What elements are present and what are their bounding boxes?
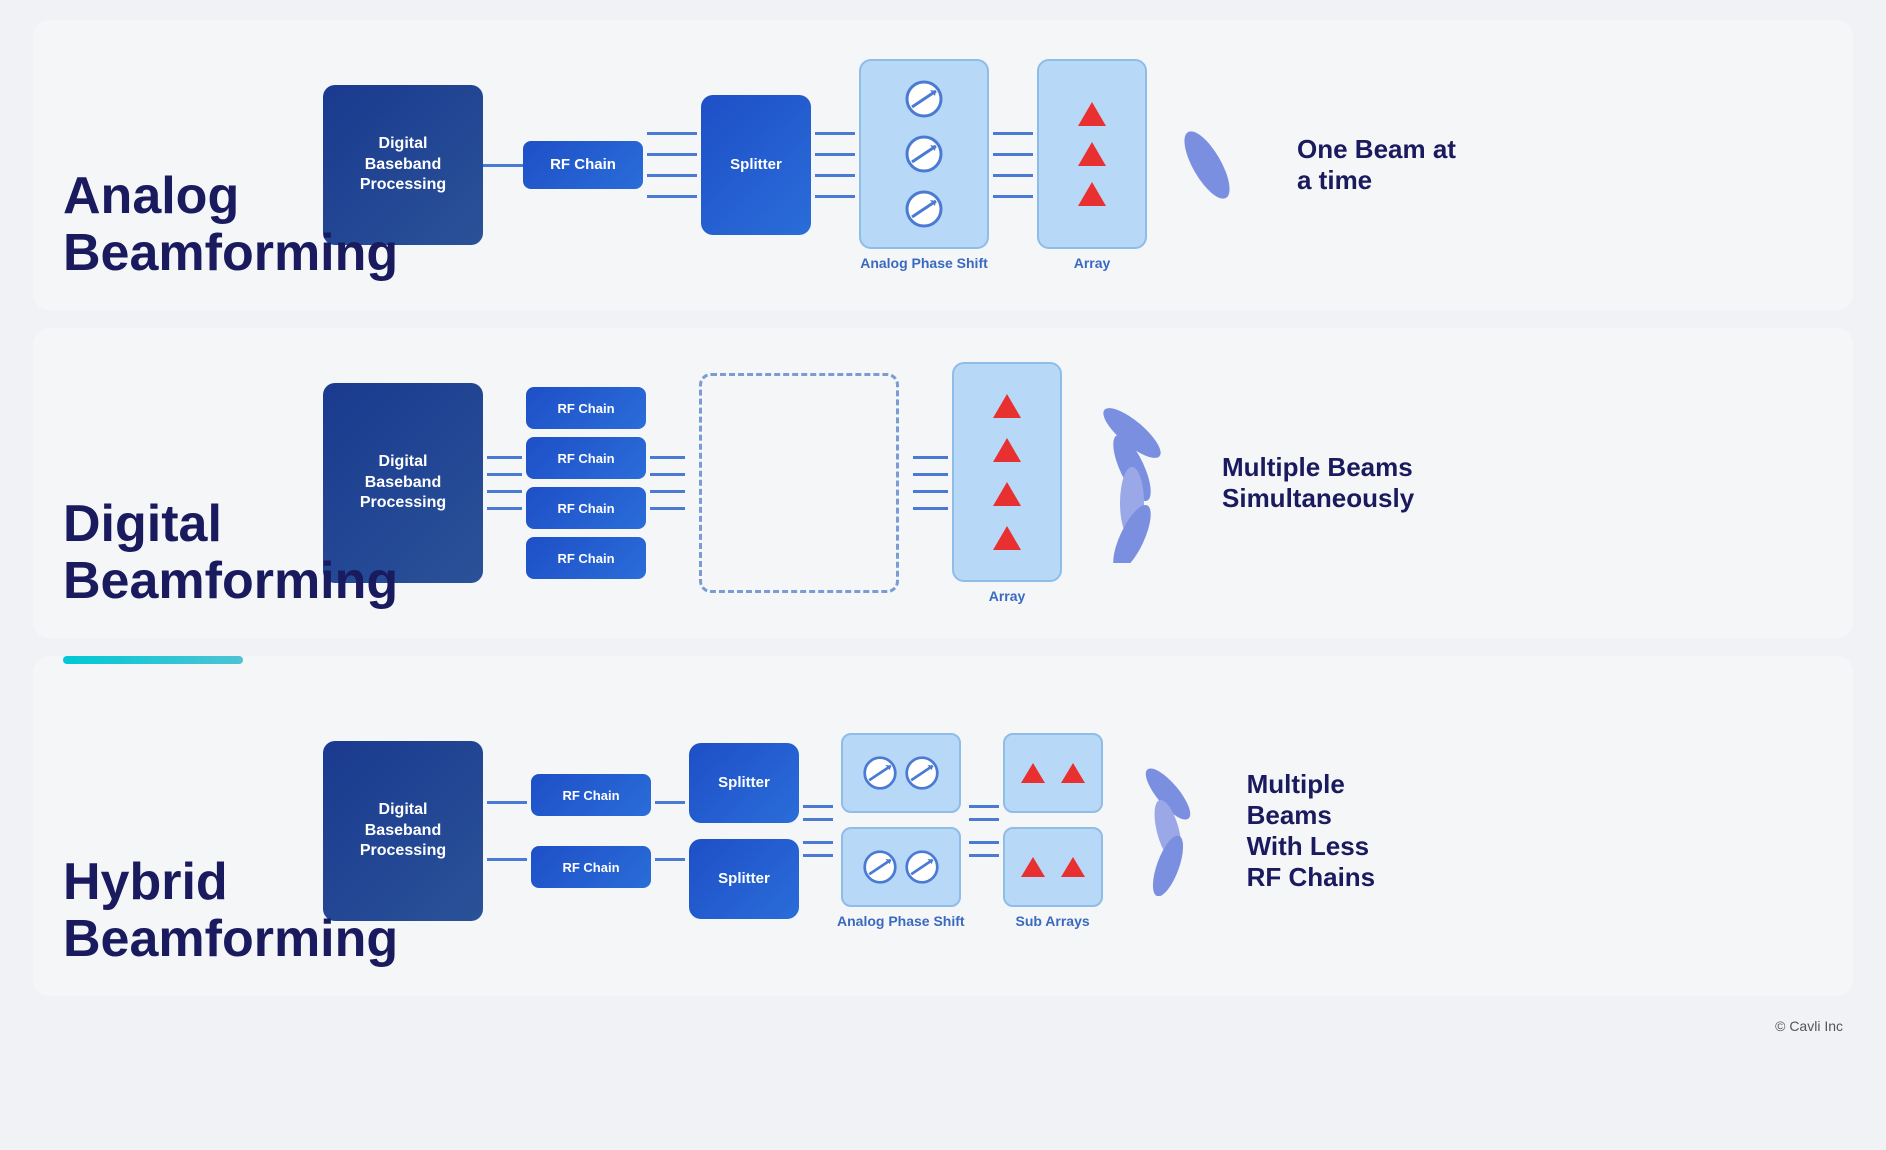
digital-rf-chain-2: RF Chain <box>526 437 646 479</box>
digital-array <box>952 362 1062 582</box>
digital-array-block: Array <box>952 362 1062 604</box>
digital-section: DigitalBeamforming DigitalBasebandProces… <box>33 328 1853 638</box>
analog-lines-phase-array <box>993 132 1033 198</box>
hybrid-beams-svg <box>1123 766 1203 896</box>
digital-rf-stack: RF Chain RF Chain RF Chain RF Chain <box>526 387 646 579</box>
hybrid-rf-chain-2: RF Chain <box>531 846 651 888</box>
analog-array-block: Array <box>1037 59 1147 271</box>
hybrid-lines-to-rf <box>487 801 527 861</box>
analog-array-caption: Array <box>1074 255 1111 271</box>
hybrid-section: HybridBeamforming DigitalBasebandProcess… <box>33 656 1853 996</box>
analog-splitter: Splitter <box>701 95 811 235</box>
analog-phase-caption: Analog Phase Shift <box>860 255 988 271</box>
digital-array-caption: Array <box>989 588 1026 604</box>
analog-title: AnalogBeamforming <box>63 168 398 282</box>
digital-rf-chain-1: RF Chain <box>526 387 646 429</box>
hybrid-diagram: DigitalBasebandProcessing RF Chain RF Ch… <box>323 733 1813 929</box>
digital-title: DigitalBeamforming <box>63 496 398 610</box>
hybrid-output: MultipleBeamsWith LessRF Chains <box>1123 766 1447 896</box>
hybrid-splitter-2: Splitter <box>689 839 799 919</box>
hybrid-accent-bar <box>63 656 243 664</box>
digital-dashed-box <box>699 373 899 593</box>
digital-beams-svg <box>1082 403 1172 563</box>
hybrid-phase-shift-top <box>841 733 961 813</box>
hybrid-subarrays-caption: Sub Arrays <box>1003 913 1103 929</box>
hybrid-rf-stack: RF Chain RF Chain <box>531 774 651 888</box>
analog-result: One Beam ata time <box>1297 134 1497 196</box>
hybrid-phase-bottom <box>837 827 965 907</box>
digital-lines-to-rf <box>487 456 522 510</box>
hybrid-lines-splitter-phase <box>803 805 833 857</box>
analog-diagram: DigitalBasebandProcessing RF Chain Split… <box>323 59 1813 271</box>
analog-beam-svg <box>1167 125 1247 205</box>
digital-result: Multiple BeamsSimultaneously <box>1222 452 1422 514</box>
hybrid-array-top <box>1003 733 1103 813</box>
hybrid-splitter-1: Splitter <box>689 743 799 823</box>
hybrid-array-bottom <box>1003 827 1103 907</box>
digital-output: Multiple BeamsSimultaneously <box>1082 403 1422 563</box>
analog-array <box>1037 59 1147 249</box>
digital-lines-to-dashed <box>650 456 685 510</box>
hybrid-phase-blocks: Analog Phase Shift <box>837 733 965 929</box>
footer: © Cavli Inc <box>33 1014 1853 1034</box>
hybrid-result: MultipleBeamsWith LessRF Chains <box>1247 769 1447 894</box>
analog-rf-chain: RF Chain <box>523 141 643 189</box>
digital-diagram: DigitalBasebandProcessing RF Chain RF Ch… <box>323 362 1813 604</box>
hybrid-sub-arrays: Sub Arrays <box>1003 733 1103 929</box>
hybrid-sub-array-bottom <box>1003 827 1103 907</box>
digital-lines-to-array <box>913 456 948 510</box>
hybrid-lines-phase-array <box>969 805 999 857</box>
digital-rf-chain-4: RF Chain <box>526 537 646 579</box>
analog-lines-splitter-phase <box>815 132 855 198</box>
digital-rf-chain-3: RF Chain <box>526 487 646 529</box>
hybrid-sub-array-top <box>1003 733 1103 813</box>
analog-splitter-block: Splitter <box>701 95 811 235</box>
analog-lines-to-splitter <box>647 132 697 198</box>
hybrid-title: HybridBeamforming <box>63 854 398 968</box>
hybrid-phase-top <box>837 733 965 813</box>
hybrid-lines-to-splitter <box>655 801 685 861</box>
hybrid-rf-chain-1: RF Chain <box>531 774 651 816</box>
analog-phase-block: Analog Phase Shift <box>859 59 989 271</box>
arrow1 <box>483 164 523 167</box>
analog-phase-shift <box>859 59 989 249</box>
hybrid-phase-shift-bottom <box>841 827 961 907</box>
analog-output: One Beam ata time <box>1167 125 1497 205</box>
copyright: © Cavli Inc <box>1775 1018 1843 1034</box>
analog-rf-block: RF Chain <box>523 141 643 189</box>
hybrid-splitter-stack: Splitter Splitter <box>689 743 799 919</box>
hybrid-phase-caption: Analog Phase Shift <box>837 913 965 929</box>
analog-section: AnalogBeamforming DigitalBasebandProcess… <box>33 20 1853 310</box>
